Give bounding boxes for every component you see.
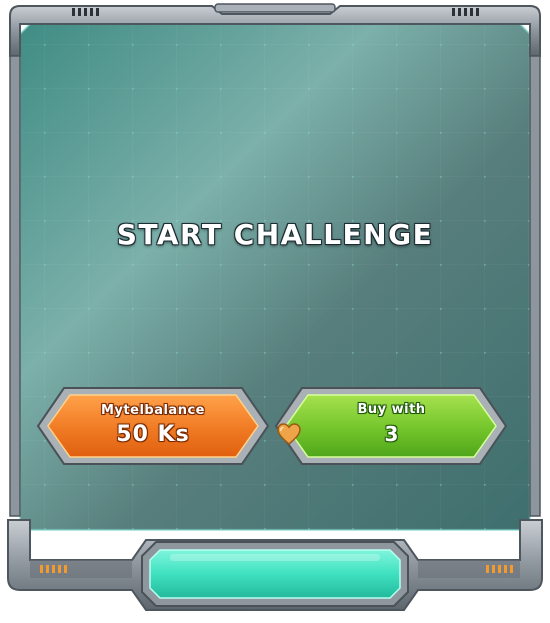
balance-price: 50 Ks <box>116 422 190 447</box>
buy-amount: 3 <box>384 422 399 446</box>
dialog-frame <box>7 3 543 611</box>
buy-price: 3 <box>275 422 508 446</box>
confirm-button[interactable] <box>143 544 408 596</box>
balance-label: Mytelbalance <box>101 403 205 418</box>
balance-button[interactable]: Mytelbalance 50 Ks <box>37 386 269 466</box>
buy-label: Buy with <box>357 402 426 417</box>
buy-with-hearts-button[interactable]: Buy with 3 <box>275 386 508 466</box>
heart-icon <box>277 423 301 445</box>
dialog-title: START CHALLENGE <box>116 218 434 251</box>
challenge-dialog: START CHALLENGE Mytelbalance 50 Ks Buy w… <box>0 0 550 623</box>
